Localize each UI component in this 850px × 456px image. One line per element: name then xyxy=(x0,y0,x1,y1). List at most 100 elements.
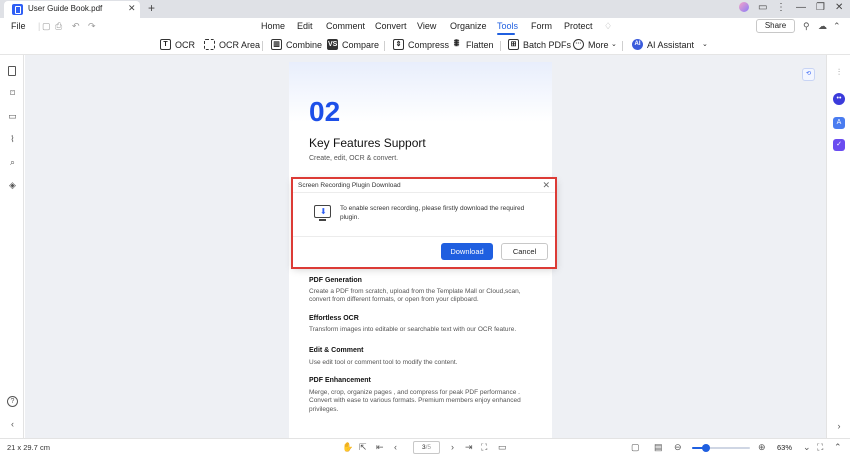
highlight-box xyxy=(291,177,557,269)
zoom-in-icon[interactable]: ⊕ xyxy=(758,442,766,453)
more-label: More xyxy=(588,40,609,50)
file-menu[interactable]: File xyxy=(11,21,26,31)
tools-toolbar: T OCR OCR Area ▥ Combine VS Compare ⇕ Co… xyxy=(0,35,850,55)
ocr-area-icon xyxy=(204,39,215,50)
next-page-icon[interactable]: › xyxy=(451,442,454,452)
maximize-icon[interactable]: ❐ xyxy=(816,2,825,13)
feature-heading: Effortless OCR xyxy=(309,315,359,322)
share-button[interactable]: Share xyxy=(756,19,795,33)
divider xyxy=(262,41,263,51)
bookmark-icon[interactable]: ⌑ xyxy=(7,88,18,99)
comment-icon[interactable]: ▭ xyxy=(7,111,18,122)
flatten-button[interactable]: ⩩ Flatten xyxy=(451,38,494,52)
collapse-icon[interactable]: ⌃ xyxy=(833,21,841,32)
menu-organize[interactable]: Organize xyxy=(450,21,487,31)
more-button[interactable]: ··· More ⌄ xyxy=(573,38,617,52)
attachment-icon[interactable]: ⌇ xyxy=(7,134,18,145)
menu-comment[interactable]: Comment xyxy=(326,21,365,31)
fullscreen-icon[interactable]: ⛶ xyxy=(817,442,823,453)
hand-tool-icon[interactable]: ✋ xyxy=(342,442,353,453)
connect-icon[interactable]: ⚲ xyxy=(803,21,810,32)
fit-page-icon[interactable]: ⛶ xyxy=(481,442,487,453)
search-icon[interactable]: ⌕ xyxy=(7,157,18,168)
feature-heading: Edit & Comment xyxy=(309,347,364,354)
cloud-upload-icon[interactable]: ☁ xyxy=(818,21,827,32)
compare-label: Compare xyxy=(342,40,380,50)
zoom-level[interactable]: 63% xyxy=(774,441,802,454)
batch-pdfs-button[interactable]: ⊞ Batch PDFs xyxy=(508,38,571,52)
divider xyxy=(622,41,623,51)
last-page-icon[interactable]: ⇥ xyxy=(465,442,473,453)
properties-icon[interactable]: ⫶ xyxy=(833,66,845,78)
menu-tools[interactable]: Tools xyxy=(497,21,518,31)
message-icon[interactable]: ▭ xyxy=(758,2,767,13)
menu-convert[interactable]: Convert xyxy=(375,21,407,31)
add-tab-icon[interactable]: + xyxy=(148,1,155,15)
select-tool-icon[interactable]: ⇱ xyxy=(359,442,367,453)
print-icon[interactable]: ⎙ xyxy=(55,21,62,32)
menu-bar: File | ▢ ⎙ ↶ ↷ Home Edit Comment Convert… xyxy=(0,18,850,35)
compress-icon: ⇕ xyxy=(393,39,404,50)
title-bar: User Guide Book.pdf ✕ + ▭ ⋮ — ❐ ✕ xyxy=(0,0,850,18)
page-view-icon[interactable]: ▤ xyxy=(654,442,663,453)
combine-label: Combine xyxy=(286,40,323,50)
help-icon[interactable]: ? xyxy=(7,396,18,407)
ai-assistant-button[interactable]: AI AI Assistant ⌄ xyxy=(632,38,708,52)
combine-icon: ▥ xyxy=(271,39,282,50)
document-tab[interactable]: User Guide Book.pdf ✕ xyxy=(4,1,140,18)
first-page-icon[interactable]: ⇤ xyxy=(376,442,384,453)
translate-sidebar-icon[interactable]: A xyxy=(833,117,845,129)
undo-icon[interactable]: ↶ xyxy=(72,21,80,32)
feature-text: Create a PDF from scratch, upload from t… xyxy=(309,288,521,304)
ai-chat-icon[interactable]: •• xyxy=(833,93,845,105)
close-tab-icon[interactable]: ✕ xyxy=(128,3,136,14)
zoom-out-icon[interactable]: ⊖ xyxy=(674,442,682,453)
divider xyxy=(384,41,385,51)
right-sidebar: ⫶ •• A ✓ › xyxy=(826,55,850,438)
collapse-left-icon[interactable]: ‹ xyxy=(7,419,18,430)
section-title: Key Features Support xyxy=(309,136,426,150)
check-icon[interactable]: ✓ xyxy=(833,139,845,151)
pages-icon[interactable] xyxy=(8,66,16,76)
save-icon[interactable]: ▢ xyxy=(42,21,51,32)
ocr-area-button[interactable]: OCR Area xyxy=(204,38,260,52)
status-bar: 21 x 29.7 cm ✋ ⇱ ⇤ ‹ 3/5 › ⇥ ⛶ ▭ ▢ ▤ ⊖ ⊕… xyxy=(0,438,850,456)
layers-icon[interactable]: ◈ xyxy=(7,180,18,191)
avatar[interactable] xyxy=(739,2,749,12)
menu-protect[interactable]: Protect xyxy=(564,21,593,31)
ocr-area-label: OCR Area xyxy=(219,40,261,50)
collapse-bar-icon[interactable]: ⌃ xyxy=(834,442,842,453)
chevron-down-icon: ⌄ xyxy=(702,41,708,48)
page-number-input[interactable]: 3/5 xyxy=(413,441,440,454)
ocr-button[interactable]: T OCR xyxy=(160,38,195,52)
more-options-icon[interactable]: ⋮ xyxy=(776,2,786,13)
lightbulb-icon[interactable]: ♢ xyxy=(604,21,612,32)
compare-button[interactable]: VS Compare xyxy=(327,38,379,52)
menu-view[interactable]: View xyxy=(417,21,436,31)
ocr-label: OCR xyxy=(175,40,195,50)
close-window-icon[interactable]: ✕ xyxy=(835,2,843,13)
redo-icon[interactable]: ↷ xyxy=(88,21,96,32)
compress-button[interactable]: ⇕ Compress xyxy=(393,38,449,52)
zoom-slider-handle[interactable] xyxy=(701,444,710,452)
combine-button[interactable]: ▥ Combine xyxy=(271,38,323,52)
menu-form[interactable]: Form xyxy=(531,21,552,31)
page-layout-icon[interactable]: ▢ xyxy=(631,442,640,453)
prev-page-icon[interactable]: ‹ xyxy=(394,442,397,452)
compare-icon: VS xyxy=(327,39,338,50)
menu-edit[interactable]: Edit xyxy=(297,21,313,31)
collapse-right-icon[interactable]: › xyxy=(833,420,845,432)
total-pages: /5 xyxy=(425,444,432,451)
feature-text: Transform images into editable or search… xyxy=(309,326,517,333)
minimize-icon[interactable]: — xyxy=(796,2,806,13)
zoom-slider[interactable] xyxy=(692,447,750,449)
translate-icon[interactable]: ⟲ xyxy=(802,68,815,81)
feature-text: Use edit tool or comment tool to modify … xyxy=(309,359,458,366)
more-icon: ··· xyxy=(573,39,584,50)
tab-title: User Guide Book.pdf xyxy=(28,4,103,13)
chevron-down-icon[interactable]: ⌄ xyxy=(803,442,811,453)
fit-width-icon[interactable]: ▭ xyxy=(498,442,507,453)
section-subtitle: Create, edit, OCR & convert. xyxy=(309,155,399,162)
menu-home[interactable]: Home xyxy=(261,21,285,31)
batch-pdfs-icon: ⊞ xyxy=(508,39,519,50)
